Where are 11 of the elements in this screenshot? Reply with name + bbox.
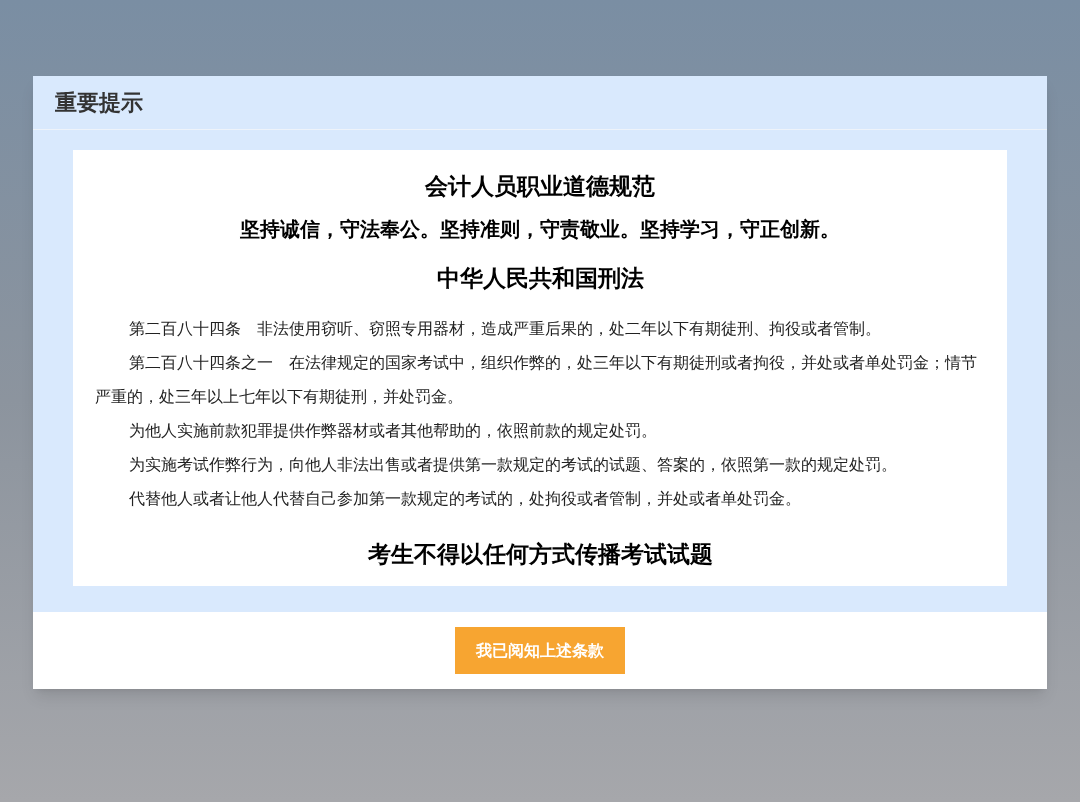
section-heading: 会计人员职业道德规范 [424,172,656,201]
section-heading: 考生不得以任何方式传播考试试题 [366,540,714,569]
law-paragraph: 第二百八十四条之一 在法律规定的国家考试中，组织作弊的，处三年以下有期徒刑或者拘役，并处或者单处罚金；情节严重的，处三年以上七年以下有期徒刑，并处罚金。 [95,353,979,407]
law-paragraph: 代替他人或者让他人代替自己参加第一款规定的考试的，处拘役或者管制，并处或者单处罚金。 [128,489,803,509]
law-paragraph: 为实施考试作弊行为，向他人非法出售或者提供第一款规定的考试的试题、答案的，依照第一款的规定处罚。 [128,455,899,475]
section-heading: 中华人民共和国刑法 [435,264,645,293]
acknowledge-button[interactable]: 我已阅知上述条款 [455,627,625,674]
law-paragraph: 为他人实施前款犯罪提供作弊器材或者其他帮助的，依照前款的规定处罚。 [128,421,659,441]
motto-text: 坚持诚信，守法奉公。坚持准则，守责敬业。坚持学习，守正创新。 [239,217,841,242]
law-paragraph: 第二百八十四条 非法使用窃听、窃照专用器材，造成严重后果的，处二年以下有期徒刑、拘役或者管制。 [128,319,883,339]
dialog-title: 重要提示 [55,89,143,117]
